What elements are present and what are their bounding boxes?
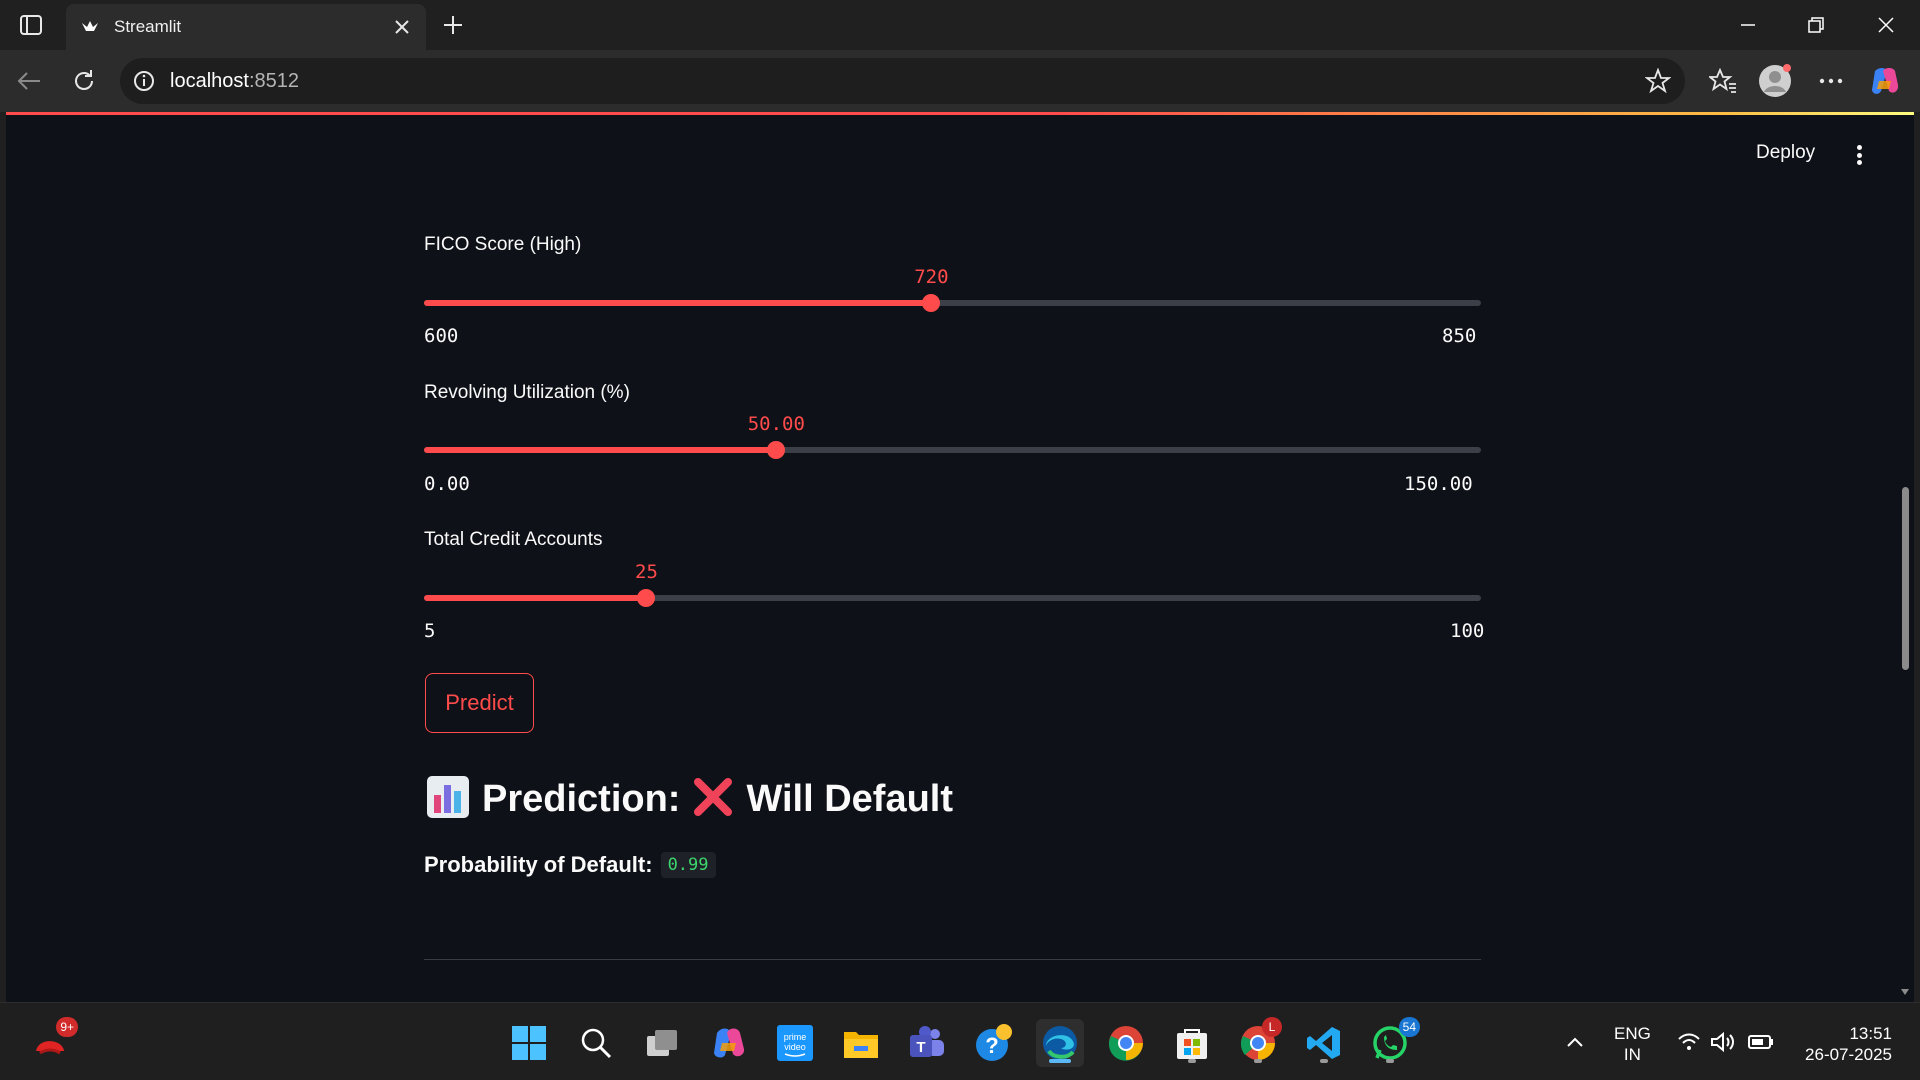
probability-row: Probability of Default: 0.99 xyxy=(424,852,716,878)
new-tab-icon[interactable] xyxy=(438,10,468,40)
search-icon[interactable] xyxy=(572,1019,620,1067)
copilot-app-icon[interactable] xyxy=(705,1019,753,1067)
file-explorer-icon[interactable] xyxy=(837,1019,885,1067)
copilot-icon[interactable] xyxy=(1868,64,1902,98)
favorites-icon[interactable] xyxy=(1706,64,1740,98)
start-icon[interactable] xyxy=(505,1019,553,1067)
url-host: localhost xyxy=(170,70,249,92)
decoration-bar xyxy=(6,112,1914,115)
revolving-slider-min: 0.00 xyxy=(424,473,470,495)
profile-avatar-icon[interactable] xyxy=(1758,64,1792,98)
credit-accounts-slider-fill xyxy=(424,595,647,601)
chrome-icon[interactable] xyxy=(1102,1019,1150,1067)
open-app-indicator xyxy=(1188,1059,1196,1063)
svg-text:T: T xyxy=(916,1039,925,1056)
wifi-icon[interactable] xyxy=(1674,1027,1704,1057)
fico-slider-thumb[interactable] xyxy=(922,294,941,312)
region-code: IN xyxy=(1623,1045,1641,1064)
vscode-icon[interactable] xyxy=(1300,1019,1348,1067)
restore-icon[interactable] xyxy=(1796,10,1836,40)
active-app-indicator xyxy=(1049,1059,1071,1063)
url-text: localhost:8512 xyxy=(170,70,299,93)
more-options-icon[interactable] xyxy=(1814,64,1848,98)
browser-tabstrip: Streamlit xyxy=(0,0,1920,50)
divider xyxy=(424,959,1481,960)
open-app-indicator xyxy=(1254,1059,1262,1063)
url-port: :8512 xyxy=(248,70,299,92)
streamlit-favicon-icon xyxy=(80,17,100,37)
weather-widget-icon[interactable]: 9+ xyxy=(26,1017,78,1067)
close-tab-icon[interactable] xyxy=(392,17,412,37)
prediction-heading: Prediction: Will Default xyxy=(426,774,953,824)
chrome-profile-icon[interactable]: L xyxy=(1234,1017,1282,1067)
clock-date: 26-07-2025 xyxy=(1805,1045,1892,1064)
revolving-slider-value: 50.00 xyxy=(747,413,805,435)
prediction-label: Prediction: xyxy=(482,777,681,820)
battery-icon[interactable] xyxy=(1746,1027,1776,1057)
bar-chart-icon xyxy=(426,775,470,824)
probability-label: Probability of Default: xyxy=(424,852,653,877)
tab-actions-icon[interactable] xyxy=(14,10,48,40)
predict-button[interactable]: Predict xyxy=(425,673,534,733)
fico-slider-max: 850 xyxy=(1442,325,1477,347)
credit-accounts-slider-min: 5 xyxy=(424,620,436,642)
svg-text:?: ? xyxy=(985,1033,998,1058)
back-icon[interactable] xyxy=(12,64,46,98)
favorite-star-icon[interactable] xyxy=(1644,67,1672,94)
notification-badge: 9+ xyxy=(56,1017,78,1037)
task-view-icon[interactable] xyxy=(638,1019,686,1067)
scroll-down-icon[interactable] xyxy=(1900,984,1910,995)
close-window-icon[interactable] xyxy=(1866,10,1906,40)
credit-accounts-slider-label: Total Credit Accounts xyxy=(424,529,603,550)
teams-icon[interactable]: T xyxy=(903,1019,951,1067)
whatsapp-badge: 54 xyxy=(1398,1017,1420,1037)
reload-icon[interactable] xyxy=(67,64,101,98)
scrollbar-thumb[interactable] xyxy=(1902,487,1909,670)
show-hidden-icons-icon[interactable] xyxy=(1560,1027,1590,1057)
fico-slider-value: 720 xyxy=(914,266,949,288)
prediction-value: Will Default xyxy=(746,777,954,820)
fico-slider[interactable]: 720 xyxy=(424,266,1481,312)
taskbar: 9+ prime video T ? L 54 ENG IN 13:51 26-… xyxy=(0,1002,1920,1080)
deploy-button[interactable]: Deploy xyxy=(1756,142,1815,164)
tab-title: Streamlit xyxy=(114,17,182,36)
credit-accounts-slider[interactable]: 25 xyxy=(424,561,1481,607)
clock-time: 13:51 xyxy=(1849,1024,1892,1043)
credit-accounts-slider-max: 100 xyxy=(1450,620,1485,642)
prime-video-icon[interactable]: prime video xyxy=(771,1019,819,1067)
open-app-indicator xyxy=(1386,1059,1394,1063)
revolving-slider-fill xyxy=(424,447,777,453)
main-menu-icon[interactable] xyxy=(1852,142,1866,168)
volume-icon[interactable] xyxy=(1708,1027,1738,1057)
streamlit-app: Deploy FICO Score (High) 720 600 850 Rev… xyxy=(6,112,1914,1002)
edge-icon[interactable] xyxy=(1036,1019,1084,1067)
address-bar[interactable]: localhost:8512 xyxy=(120,58,1685,104)
credit-accounts-slider-thumb[interactable] xyxy=(637,589,656,607)
revolving-slider-thumb[interactable] xyxy=(767,441,786,459)
probability-value: 0.99 xyxy=(660,852,716,878)
svg-text:video: video xyxy=(784,1042,806,1052)
open-app-indicator xyxy=(1320,1059,1328,1063)
revolving-slider-label: Revolving Utilization (%) xyxy=(424,382,630,403)
language-code: ENG xyxy=(1614,1024,1651,1043)
browser-tab[interactable]: Streamlit xyxy=(66,4,426,50)
browser-toolbar: localhost:8512 xyxy=(0,50,1920,112)
minimize-icon[interactable] xyxy=(1728,10,1768,40)
system-clock[interactable]: 13:51 26-07-2025 xyxy=(1796,1023,1892,1065)
cross-mark-icon xyxy=(692,776,734,823)
whatsapp-icon[interactable]: 54 xyxy=(1366,1017,1420,1067)
language-indicator[interactable]: ENG IN xyxy=(1614,1023,1651,1065)
fico-slider-fill xyxy=(424,300,932,306)
site-info-icon[interactable] xyxy=(132,69,156,93)
get-help-icon[interactable]: ? xyxy=(970,1019,1018,1067)
microsoft-store-icon[interactable] xyxy=(1168,1019,1216,1067)
svg-text:prime: prime xyxy=(784,1032,807,1042)
revolving-slider[interactable]: 50.00 xyxy=(424,413,1481,459)
chrome-profile-badge: L xyxy=(1262,1017,1282,1037)
fico-slider-min: 600 xyxy=(424,325,459,347)
credit-accounts-slider-value: 25 xyxy=(635,561,658,583)
fico-slider-label: FICO Score (High) xyxy=(424,234,582,255)
revolving-slider-max: 150.00 xyxy=(1404,473,1473,495)
